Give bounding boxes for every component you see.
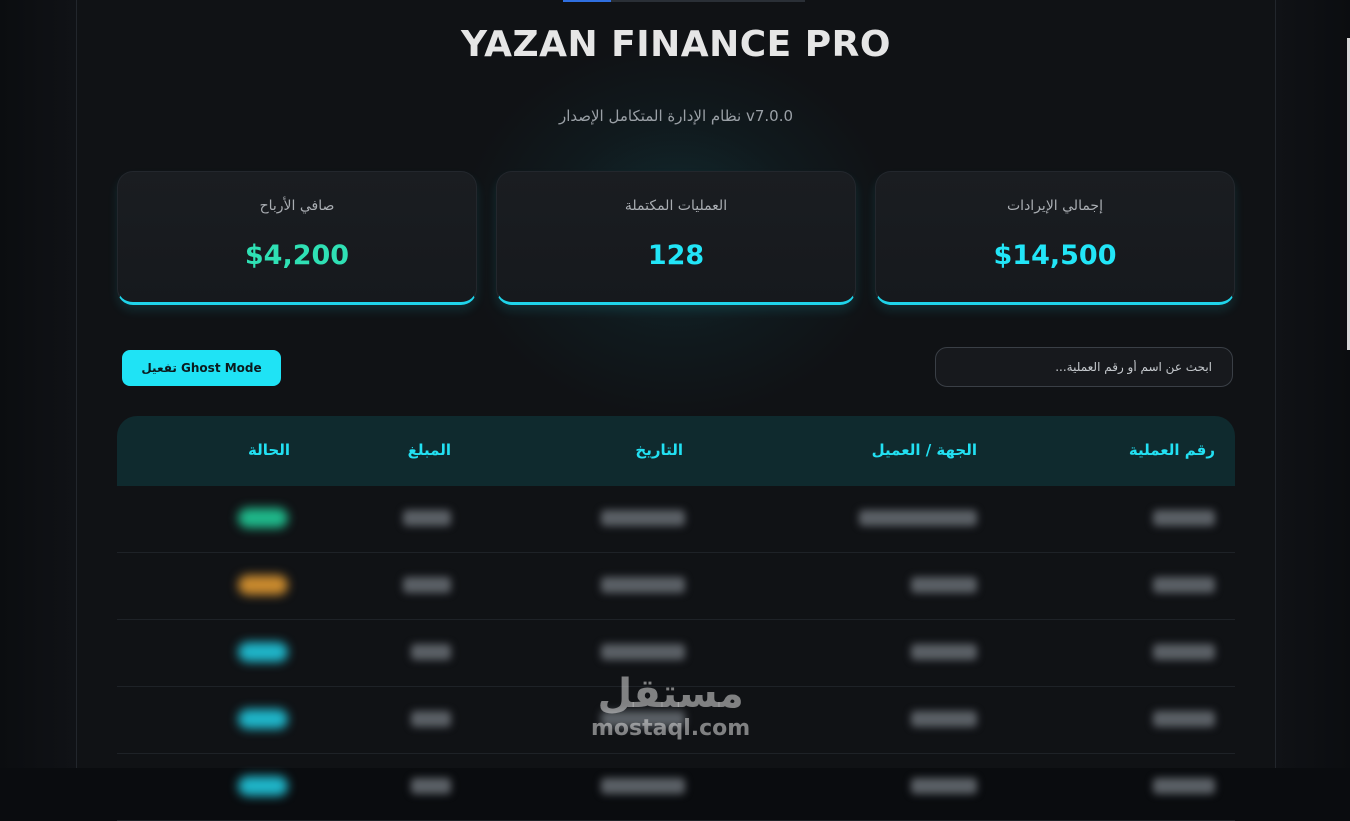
cell-client bbox=[911, 577, 977, 593]
cell-date bbox=[601, 644, 685, 660]
stat-value: 128 bbox=[647, 240, 705, 271]
stat-card-total-revenue: إجمالي الإيرادات $14,500 bbox=[875, 171, 1235, 305]
stat-card-completed-operations: العمليات المكتملة 128 bbox=[496, 171, 856, 305]
cell-amount bbox=[403, 510, 451, 526]
cell-date bbox=[601, 510, 685, 526]
cell-date bbox=[601, 577, 685, 593]
dashboard-panel: YAZAN FINANCE PRO نظام الإدارة المتكامل … bbox=[76, 0, 1276, 821]
search-input[interactable] bbox=[935, 347, 1233, 387]
right-backdrop bbox=[1274, 0, 1350, 768]
page-subtitle: نظام الإدارة المتكامل الإصدار v7.0.0 bbox=[558, 107, 794, 125]
ghost-mode-button[interactable]: تفعيل Ghost Mode bbox=[122, 350, 281, 386]
left-backdrop bbox=[0, 0, 76, 768]
table-header: رقم العملية الجهة / العميل التاريخ المبل… bbox=[117, 416, 1235, 486]
status-badge bbox=[238, 575, 288, 595]
stat-value: $14,500 bbox=[993, 240, 1117, 271]
column-header-client[interactable]: الجهة / العميل bbox=[872, 441, 977, 459]
table-body bbox=[117, 486, 1235, 821]
cell-amount bbox=[411, 711, 451, 727]
transactions-table: رقم العملية الجهة / العميل التاريخ المبل… bbox=[117, 416, 1235, 821]
stat-label: إجمالي الإيرادات bbox=[1007, 198, 1103, 214]
cell-client bbox=[859, 510, 977, 526]
cell-client bbox=[911, 778, 977, 794]
cell-operation-id bbox=[1153, 510, 1215, 526]
watermark-arabic: مستقل bbox=[597, 671, 744, 717]
cell-operation-id bbox=[1153, 711, 1215, 727]
cell-operation-id bbox=[1153, 577, 1215, 593]
cell-client bbox=[911, 711, 977, 727]
table-row[interactable] bbox=[117, 553, 1235, 620]
table-row[interactable] bbox=[117, 486, 1235, 553]
cell-operation-id bbox=[1153, 644, 1215, 660]
column-header-date[interactable]: التاريخ bbox=[635, 441, 683, 459]
cell-operation-id bbox=[1153, 778, 1215, 794]
status-badge bbox=[238, 776, 288, 796]
status-badge bbox=[238, 709, 288, 729]
cell-client bbox=[911, 644, 977, 660]
top-tab-active-indicator[interactable] bbox=[563, 0, 611, 2]
table-row[interactable] bbox=[117, 754, 1235, 821]
status-badge bbox=[238, 508, 288, 528]
column-header-amount[interactable]: المبلغ bbox=[408, 441, 451, 459]
watermark: مستقل mostaql.com bbox=[591, 672, 750, 742]
stat-card-net-profit: صافي الأرباح $4,200 bbox=[117, 171, 477, 305]
cell-amount bbox=[403, 577, 451, 593]
page-title: YAZAN FINANCE PRO bbox=[461, 24, 891, 65]
column-header-operation-id[interactable]: رقم العملية bbox=[1129, 441, 1215, 459]
cell-date bbox=[601, 778, 685, 794]
watermark-latin: mostaql.com bbox=[591, 716, 751, 741]
cell-amount bbox=[411, 644, 451, 660]
column-header-status[interactable]: الحالة bbox=[248, 441, 290, 459]
cell-amount bbox=[411, 778, 451, 794]
status-badge bbox=[238, 642, 288, 662]
stat-label: العمليات المكتملة bbox=[624, 198, 728, 214]
stat-label: صافي الأرباح bbox=[259, 198, 335, 214]
stat-value: $4,200 bbox=[244, 240, 350, 271]
